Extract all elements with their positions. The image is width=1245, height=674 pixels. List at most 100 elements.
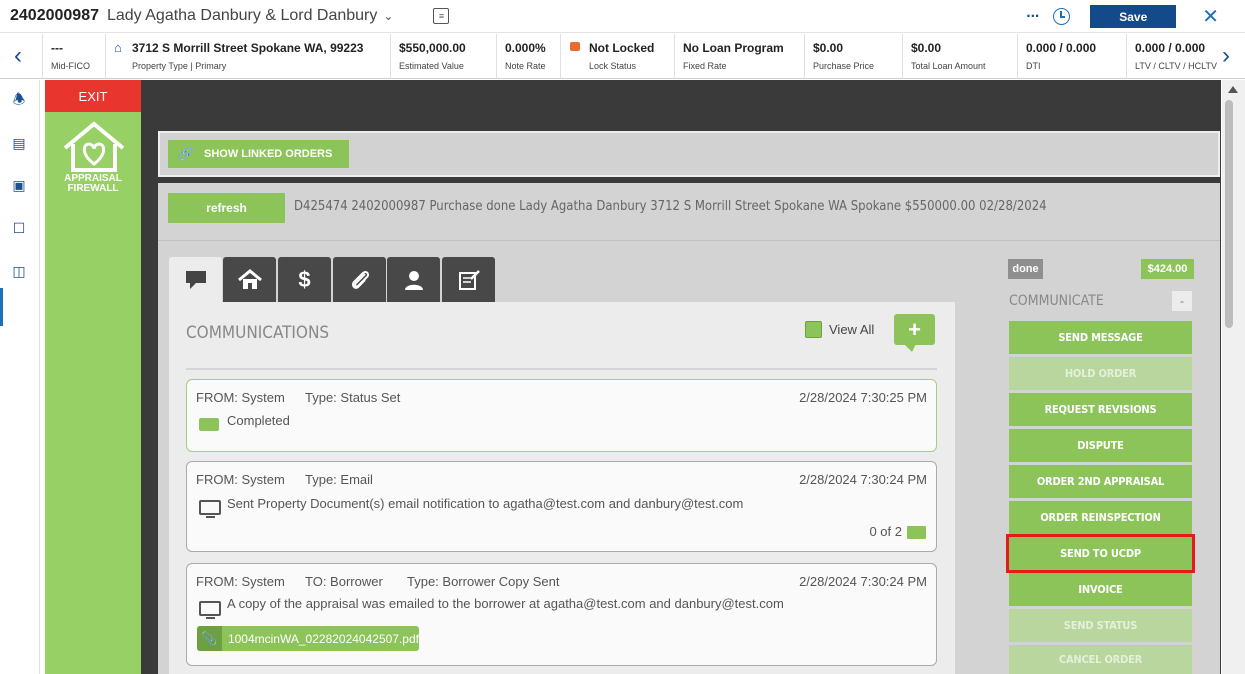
collapse-button[interactable]: - xyxy=(1172,291,1192,311)
info-label: LTV / CLTV / HCLTV xyxy=(1135,61,1218,71)
house-icon xyxy=(237,268,262,289)
chevron-left-icon[interactable]: ‹ xyxy=(14,42,22,70)
history-clock-icon[interactable] xyxy=(1053,8,1071,25)
exit-button[interactable]: EXIT xyxy=(45,80,141,112)
info-mid-fico: --- Mid-FICO xyxy=(42,34,105,79)
tab-communications[interactable] xyxy=(169,257,222,302)
info-value: No Loan Program xyxy=(683,41,784,55)
cancel-order-button[interactable]: CANCEL ORDER xyxy=(1009,645,1192,674)
speech-bubble-icon xyxy=(185,270,206,289)
communications-title: COMMUNICATIONS xyxy=(186,323,330,343)
info-value: 0.000 / 0.000 xyxy=(1135,41,1206,55)
message-from: FROM: System xyxy=(196,390,285,405)
info-value: $0.00 xyxy=(911,41,942,55)
info-label: Total Loan Amount xyxy=(911,61,986,71)
message-date: 2/28/2024 7:30:24 PM xyxy=(799,472,927,487)
send-message-button[interactable]: SEND MESSAGE xyxy=(1009,321,1192,354)
send-to-ucdp-button[interactable]: SEND TO UCDP xyxy=(1006,534,1195,573)
active-indicator xyxy=(0,288,3,326)
more-options-icon[interactable]: ··· xyxy=(1026,8,1040,26)
header-actions: ··· Save ✕ xyxy=(1026,0,1245,33)
loan-number: 2402000987 xyxy=(10,7,99,24)
price-badge: $424.00 xyxy=(1141,259,1194,279)
tab-billing[interactable]: $ xyxy=(278,257,331,302)
tab-attachments[interactable] xyxy=(333,257,386,302)
info-property: 3712 S Morrill Street Spokane WA, 99223 … xyxy=(105,34,380,79)
message-from: FROM: System xyxy=(196,574,285,589)
show-linked-orders-button[interactable]: 🔗 SHOW LINKED ORDERS xyxy=(168,140,349,168)
view-all-checkbox[interactable] xyxy=(805,321,822,338)
appraisal-firewall-logo xyxy=(63,121,125,172)
order-2nd-appraisal-button[interactable]: ORDER 2ND APPRAISAL xyxy=(1009,465,1192,498)
save-button[interactable]: Save xyxy=(1090,5,1177,28)
info-label: Purchase Price xyxy=(813,61,875,71)
chevron-right-icon[interactable]: › xyxy=(1222,42,1230,70)
view-all-label[interactable]: View All xyxy=(829,322,874,337)
dispute-button[interactable]: DISPUTE xyxy=(1009,429,1192,462)
status-bubble-icon xyxy=(199,418,219,431)
message-date: 2/28/2024 7:30:25 PM xyxy=(799,390,927,405)
refresh-button[interactable]: refresh xyxy=(168,193,285,223)
tab-property[interactable] xyxy=(223,257,276,302)
hold-order-button[interactable]: HOLD ORDER xyxy=(1009,357,1192,390)
send-status-button[interactable]: SEND STATUS xyxy=(1009,609,1192,642)
scrollbar-thumb[interactable] xyxy=(1225,100,1233,328)
notepad-edit-icon xyxy=(458,269,480,290)
attachment-name: 1004mcinWA_02282024042507.pdf xyxy=(227,631,419,646)
info-ltv: 0.000 / 0.000 LTV / CLTV / HCLTV xyxy=(1126,34,1222,79)
communications-divider xyxy=(186,368,937,370)
message-date: 2/28/2024 7:30:24 PM xyxy=(799,574,927,589)
info-note-rate: 0.000% Note Rate xyxy=(496,34,558,79)
status-badge: done xyxy=(1008,259,1043,279)
add-message-button[interactable]: + xyxy=(894,314,935,345)
message-card[interactable]: FROM: System Type: Email 2/28/2024 7:30:… xyxy=(186,461,937,552)
monitor-icon xyxy=(199,601,221,619)
info-label: Fixed Rate xyxy=(683,61,727,71)
chevron-down-icon[interactable]: ⌄ xyxy=(383,9,393,23)
info-value: $0.00 xyxy=(813,41,844,55)
monitor-icon xyxy=(199,500,221,518)
contact-card-icon[interactable]: ≡ xyxy=(433,8,450,24)
logo-line-2: FIREWALL xyxy=(67,183,119,194)
divider xyxy=(158,240,1220,241)
bell-icon[interactable]: 🕭 xyxy=(10,90,28,108)
chip-icon[interactable]: ☐ xyxy=(10,219,28,237)
pdf-attachment-link[interactable]: 📎 1004mcinWA_02282024042507.pdf xyxy=(197,626,419,651)
close-icon[interactable]: ✕ xyxy=(1202,4,1219,29)
info-value: --- xyxy=(51,41,63,55)
add-button-tail xyxy=(904,344,916,352)
info-value: 0.000% xyxy=(505,41,546,55)
invoice-button[interactable]: INVOICE xyxy=(1009,573,1192,606)
paperclip-icon xyxy=(351,270,369,289)
info-label: Mid-FICO xyxy=(51,61,90,71)
notebook-icon[interactable]: ▣ xyxy=(10,176,28,194)
info-estimated-value: $550,000.00 Estimated Value xyxy=(390,34,487,79)
info-value: $550,000.00 xyxy=(399,41,466,55)
recipient-count: 0 of 2 xyxy=(869,524,902,539)
message-type: Type: Status Set xyxy=(305,390,401,405)
message-body: Sent Property Document(s) email notifica… xyxy=(227,496,744,511)
communicate-section-title: COMMUNICATE xyxy=(1009,293,1104,309)
order-reinspection-button[interactable]: ORDER REINSPECTION xyxy=(1009,501,1192,534)
borrower-name[interactable]: Lady Agatha Danbury & Lord Danbury xyxy=(107,7,377,25)
order-summary-line: D425474 2402000987 Purchase done Lady Ag… xyxy=(294,199,1047,214)
show-linked-label: SHOW LINKED ORDERS xyxy=(204,148,333,160)
envelope-icon[interactable] xyxy=(907,526,926,539)
message-card[interactable]: FROM: System TO: Borrower Type: Borrower… xyxy=(186,563,937,666)
tab-contacts[interactable] xyxy=(387,257,440,302)
message-card[interactable]: FROM: System Type: Status Set 2/28/2024 … xyxy=(186,379,937,452)
tab-notes[interactable] xyxy=(442,257,495,302)
info-label: Property Type | Primary xyxy=(132,61,227,71)
document-list-icon[interactable]: ▤ xyxy=(10,134,28,152)
info-purchase-price: $0.00 Purchase Price xyxy=(804,34,902,79)
message-to: TO: Borrower xyxy=(305,574,383,589)
request-revisions-button[interactable]: REQUEST REVISIONS xyxy=(1009,393,1192,426)
paperclip-icon: 📎 xyxy=(197,626,222,651)
appraisal-sidebar: EXIT APPRAISAL FIREWALL xyxy=(45,80,141,674)
info-total-loan-amount: $0.00 Total Loan Amount xyxy=(902,34,1018,79)
briefcase-icon[interactable]: ◫ xyxy=(10,262,28,280)
scroll-up-arrow-icon[interactable] xyxy=(1228,86,1238,93)
info-label: Lock Status xyxy=(589,61,637,71)
info-loan-program: No Loan Program Fixed Rate xyxy=(674,34,804,79)
message-type: Type: Borrower Copy Sent xyxy=(407,574,560,589)
